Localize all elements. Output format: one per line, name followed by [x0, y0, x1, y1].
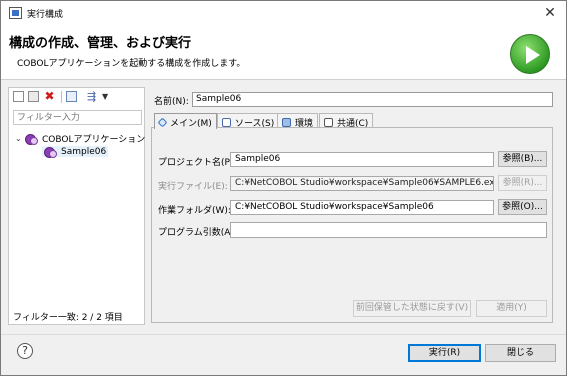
window-title: 実行構成 [27, 10, 64, 20]
tree-toolbar: ✖ ⇶ ▼ [9, 88, 144, 106]
program-arguments-input[interactable] [230, 222, 547, 238]
filter-icon[interactable]: ⇶ [87, 91, 98, 102]
collapse-all-icon[interactable] [66, 91, 77, 102]
tree-item-cobol-application[interactable]: ⌄ COBOLアプリケーション [15, 132, 145, 145]
footer-divider [1, 334, 566, 335]
tab-common[interactable]: 共通(C) [319, 113, 374, 129]
tree-item-label: Sample06 [61, 146, 107, 157]
delete-configuration-icon[interactable]: ✖ [44, 90, 55, 102]
cobol-application-icon [25, 133, 38, 145]
tab-main[interactable]: メイン(M) [154, 113, 217, 129]
duplicate-configuration-icon[interactable] [28, 91, 39, 102]
configuration-name-input[interactable]: Sample06 [192, 92, 553, 107]
expand-chevron-icon[interactable]: ⌄ [15, 134, 25, 143]
run-configurations-dialog: 実行構成 ✕ 構成の作成、管理、および実行 COBOLアプリケーションを起動する… [0, 0, 567, 376]
close-window-button[interactable]: ✕ [540, 3, 560, 23]
project-name-label: プロジェクト名(P): [158, 158, 237, 168]
working-folder-input[interactable]: C:¥NetCOBOL Studio¥workspace¥Sample06 [230, 200, 494, 215]
toolbar-divider [61, 91, 62, 103]
close-button[interactable]: 閉じる [485, 344, 556, 362]
run-icon [510, 34, 550, 74]
run-button[interactable]: 実行(R) [408, 344, 481, 362]
filter-menu-chevron-icon[interactable]: ▼ [102, 91, 113, 102]
dialog-header: 構成の作成、管理、および実行 COBOLアプリケーションを起動する構成を作成しま… [1, 25, 566, 80]
working-folder-label: 作業フォルダ(W): [158, 206, 231, 216]
tree-item-sample06[interactable]: Sample06 [42, 146, 109, 158]
tab-label: メイン(M) [170, 119, 212, 129]
program-arguments-label: プログラム引数(A): [158, 228, 237, 238]
main-tab-icon [157, 117, 168, 128]
app-icon [9, 7, 22, 19]
configuration-tree-pane: ✖ ⇶ ▼ ⌄ COBOLアプリケーション Sample06 フィルター一致: … [8, 87, 145, 325]
tab-source[interactable]: ソース(S) [217, 113, 280, 129]
revert-button: 前回保管した状態に戻す(V) [353, 300, 471, 317]
tab-environment[interactable]: 環境 [277, 113, 319, 129]
help-icon[interactable]: ? [17, 343, 33, 359]
header-title: 構成の作成、管理、および実行 [9, 36, 192, 51]
browse-project-button[interactable]: 参照(B)... [498, 151, 547, 167]
filter-input[interactable] [13, 110, 142, 125]
browse-working-folder-button[interactable]: 参照(O)... [498, 199, 547, 215]
apply-button: 適用(Y) [476, 300, 547, 317]
browse-executable-button: 参照(R)... [498, 175, 547, 191]
project-name-input[interactable]: Sample06 [230, 152, 494, 167]
name-label: 名前(N): [154, 97, 189, 107]
executable-file-label: 実行ファイル(E): [158, 182, 228, 192]
header-subtitle: COBOLアプリケーションを起動する構成を作成します。 [17, 59, 246, 69]
new-configuration-icon[interactable] [13, 91, 24, 102]
tree-item-label: COBOLアプリケーション [42, 135, 146, 145]
common-tab-icon [324, 117, 333, 127]
filter-match-status: フィルター一致: 2 / 2 項目 [13, 313, 123, 323]
cobol-launch-config-icon [44, 146, 57, 158]
environment-tab-icon [282, 117, 291, 127]
executable-file-input: C:¥NetCOBOL Studio¥workspace¥Sample06¥SA… [230, 176, 494, 191]
title-bar: 実行構成 ✕ [1, 1, 566, 25]
source-tab-icon [222, 117, 231, 127]
